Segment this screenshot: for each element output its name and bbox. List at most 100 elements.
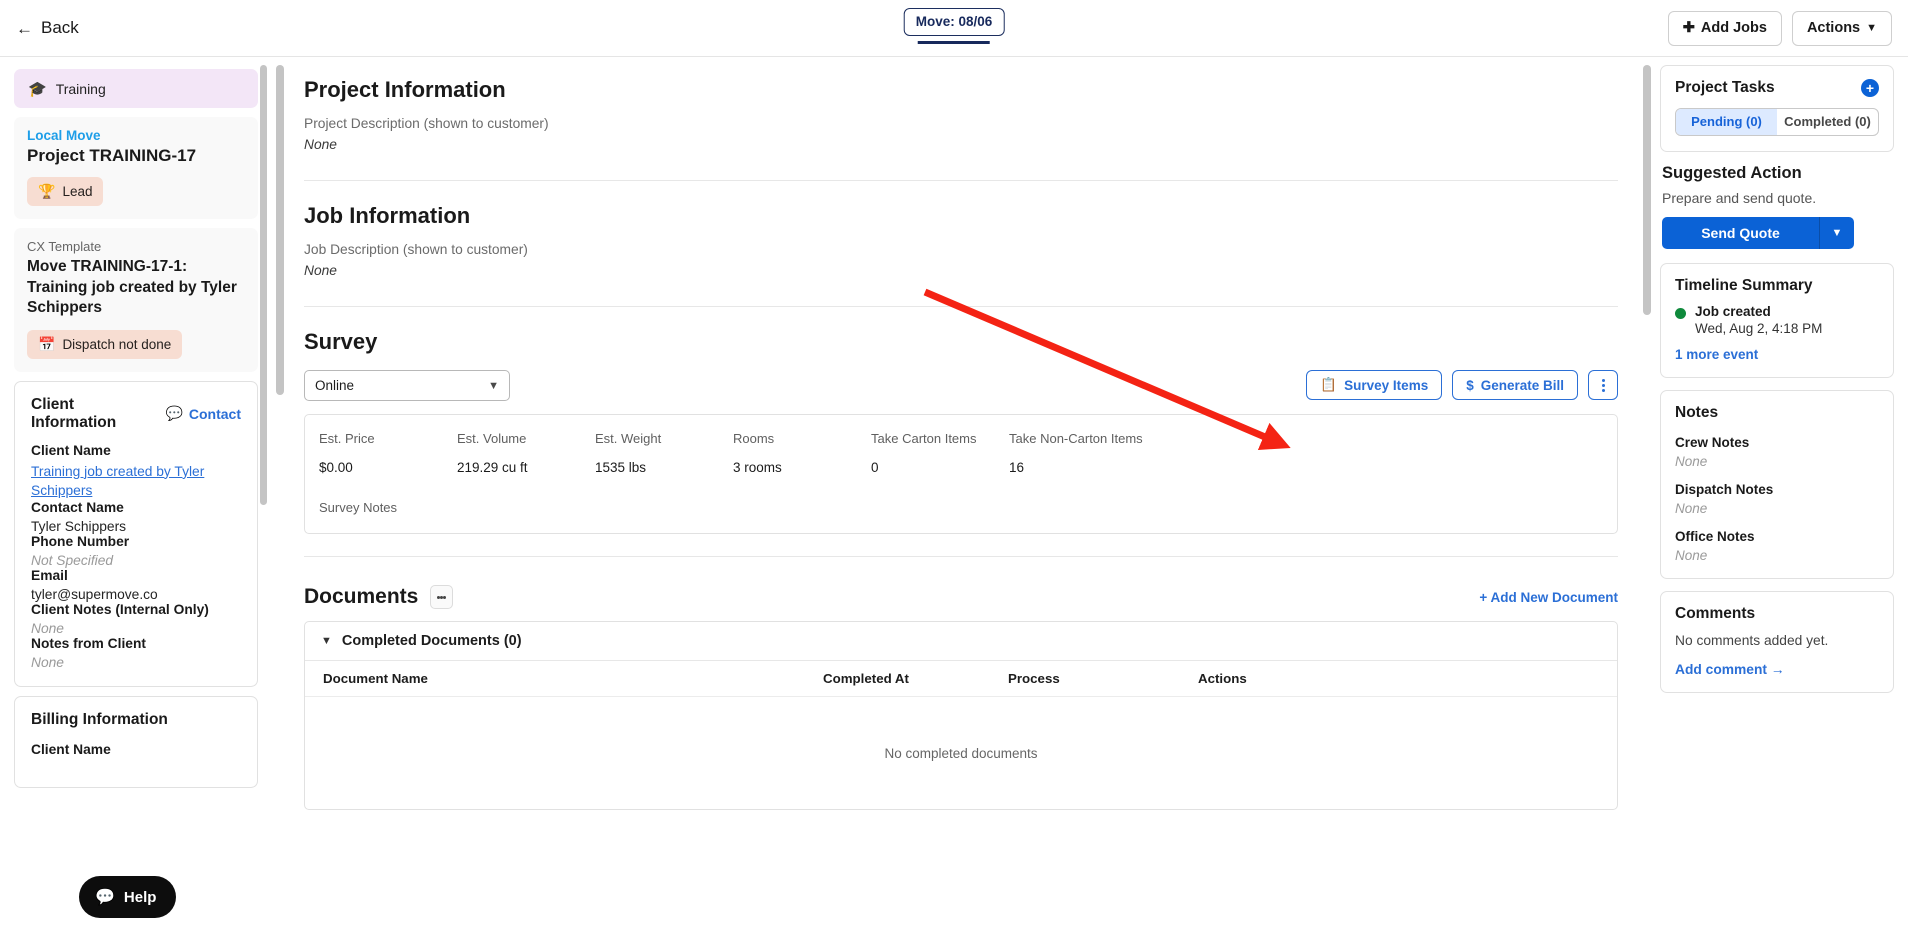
actions-button[interactable]: Actions ▼ <box>1791 10 1892 46</box>
survey-stats-grid: Est. Price $0.00 Est. Volume 219.29 cu f… <box>319 431 1603 475</box>
job-description-value: None <box>304 263 337 278</box>
documents-table-header: Document Name Completed At Process Actio… <box>305 661 1617 697</box>
note-item: Office Notes None <box>1675 529 1879 563</box>
client-information-header: Client Information 💬 Contact <box>31 396 241 432</box>
project-description-value: None <box>304 137 337 152</box>
survey-type-select[interactable]: Online ▼ <box>304 370 510 401</box>
survey-notes-label: Survey Notes <box>319 500 398 515</box>
add-new-document-link[interactable]: + Add New Document <box>1479 590 1618 605</box>
tab-move-0806[interactable]: Move: 08/06 <box>903 8 1005 36</box>
survey-items-label: Survey Items <box>1344 377 1429 393</box>
column-header: Document Name <box>323 671 428 686</box>
job-information-heading: Job Information <box>304 203 471 228</box>
tab-pending[interactable]: Pending (0) <box>1676 109 1777 135</box>
send-quote-button[interactable]: Send Quote ▼ <box>1662 217 1854 249</box>
tab-completed[interactable]: Completed (0) <box>1777 109 1878 135</box>
client-field: Contact Name Tyler Schippers <box>31 500 241 534</box>
timeline-more-events-link[interactable]: 1 more event <box>1675 347 1879 362</box>
stat-label: Est. Price <box>319 431 375 446</box>
completed-documents-toggle[interactable]: ▼ Completed Documents (0) <box>305 622 1617 661</box>
project-tasks-tabs: Pending (0) Completed (0) <box>1675 108 1879 136</box>
client-field: Phone Number Not Specified <box>31 534 241 568</box>
documents-empty-state: No completed documents <box>884 745 1038 761</box>
send-quote-label: Send Quote <box>1662 217 1819 249</box>
chat-bubble-icon: 💬 <box>165 405 183 422</box>
client-name-link[interactable]: Training job created by Tyler Schippers <box>31 462 241 500</box>
stat-label: Take Carton Items <box>871 431 977 446</box>
left-sidebar-scrollbar[interactable] <box>260 65 267 505</box>
right-panel: Project Tasks + Pending (0) Completed (0… <box>1660 57 1908 932</box>
client-information-title: Client Information <box>31 395 117 431</box>
generate-bill-label: Generate Bill <box>1480 377 1564 393</box>
main-content-scrollbar[interactable] <box>276 65 284 395</box>
arrow-left-icon: ← <box>16 18 33 38</box>
stat-item: Take Non-Carton Items 16 <box>1009 431 1209 475</box>
plus-circle-icon[interactable]: + <box>1861 79 1879 97</box>
stat-item: Est. Weight 1535 lbs <box>595 431 733 475</box>
generate-bill-button[interactable]: $ Generate Bill <box>1452 370 1578 400</box>
client-field: Client Name Training job created by Tyle… <box>31 443 241 500</box>
add-jobs-button[interactable]: ✚ Add Jobs <box>1667 10 1782 46</box>
caret-down-icon[interactable]: ▼ <box>1820 217 1854 249</box>
project-summary-card[interactable]: Local Move Project TRAINING-17 🏆 Lead <box>14 117 258 219</box>
survey-type-value: Online <box>315 378 355 393</box>
documents-section: Documents + Add New Document ▼ Completed… <box>304 585 1618 810</box>
timeline-event-time: Wed, Aug 2, 4:18 PM <box>1695 321 1823 336</box>
project-tasks-header: Project Tasks + <box>1675 79 1879 97</box>
suggested-action-section: Suggested Action Prepare and send quote.… <box>1660 164 1894 249</box>
plus-icon: ✚ <box>1682 20 1695 36</box>
project-type-link[interactable]: Local Move <box>27 128 245 143</box>
field-label: Client Name <box>31 442 111 458</box>
suggested-action-title: Suggested Action <box>1662 164 1802 182</box>
survey-section: Survey Online ▼ 📋 Survey Items $ Generat… <box>304 329 1618 534</box>
stat-label: Take Non-Carton Items <box>1009 431 1143 446</box>
top-bar: ← Back Move: 08/06 ✚ Add Jobs Actions ▼ <box>0 0 1908 57</box>
help-widget-button[interactable]: 💬 Help <box>79 876 177 918</box>
back-button[interactable]: ← Back <box>16 18 79 38</box>
timeline-event: Job created Wed, Aug 2, 4:18 PM <box>1675 304 1879 336</box>
tab-active-underline <box>917 41 990 44</box>
client-field: Email tyler@supermove.co <box>31 568 241 602</box>
field-label: Email <box>31 567 68 583</box>
survey-controls-row: Online ▼ 📋 Survey Items $ Generate Bill <box>304 355 1618 401</box>
survey-items-button[interactable]: 📋 Survey Items <box>1306 370 1443 400</box>
completed-documents-label: Completed Documents (0) <box>341 633 522 649</box>
timeline-summary-card: Timeline Summary Job created Wed, Aug 2,… <box>1660 263 1894 378</box>
left-sidebar: 🎓 Training Local Move Project TRAINING-1… <box>0 57 272 932</box>
contact-link[interactable]: Contact <box>189 406 241 422</box>
billing-client-name-label: Client Name <box>31 741 111 757</box>
comments-card: Comments No comments added yet. Add comm… <box>1660 591 1894 693</box>
calendar-check-icon: 📅 <box>38 335 56 352</box>
survey-more-button[interactable] <box>1588 370 1618 400</box>
survey-heading: Survey <box>304 329 378 354</box>
job-tabs: Move: 08/06 <box>903 8 1005 44</box>
job-summary-card[interactable]: CX Template Move TRAINING-17-1: Training… <box>14 228 258 372</box>
stat-value: 219.29 cu ft <box>457 460 528 475</box>
help-widget-label: Help <box>123 888 157 906</box>
timeline-summary-title: Timeline Summary <box>1675 277 1813 294</box>
project-tasks-card: Project Tasks + Pending (0) Completed (0… <box>1660 65 1894 152</box>
add-comment-link[interactable]: Add comment → <box>1675 662 1879 677</box>
client-field: Client Notes (Internal Only) None <box>31 602 241 636</box>
dispatch-status-badge: 📅 Dispatch not done <box>27 329 183 359</box>
notes-card: Notes Crew Notes None Dispatch Notes Non… <box>1660 390 1894 579</box>
dollar-icon: $ <box>1466 377 1474 393</box>
right-panel-scrollbar[interactable] <box>1643 65 1651 315</box>
documents-kebab-menu-icon[interactable] <box>430 585 454 609</box>
job-description-label: Job Description (shown to customer) <box>304 242 528 257</box>
timeline-event-label: Job created <box>1695 304 1771 319</box>
billing-information-card: Billing Information Client Name <box>14 695 258 788</box>
stat-label: Est. Volume <box>457 431 527 446</box>
column-header: Process <box>1008 671 1060 686</box>
field-value: None <box>31 620 64 636</box>
project-information-section: Project Information Project Description … <box>304 77 1618 152</box>
chat-bubble-icon: 💬 <box>95 889 115 906</box>
note-label: Dispatch Notes <box>1675 482 1774 497</box>
project-information-heading: Project Information <box>304 77 506 102</box>
back-button-label: Back <box>41 18 79 37</box>
note-item: Crew Notes None <box>1675 435 1879 469</box>
survey-action-buttons: 📋 Survey Items $ Generate Bill <box>1306 370 1618 400</box>
field-value: None <box>31 654 64 670</box>
field-label: Notes from Client <box>31 635 146 651</box>
dispatch-status-label: Dispatch not done <box>62 336 172 352</box>
